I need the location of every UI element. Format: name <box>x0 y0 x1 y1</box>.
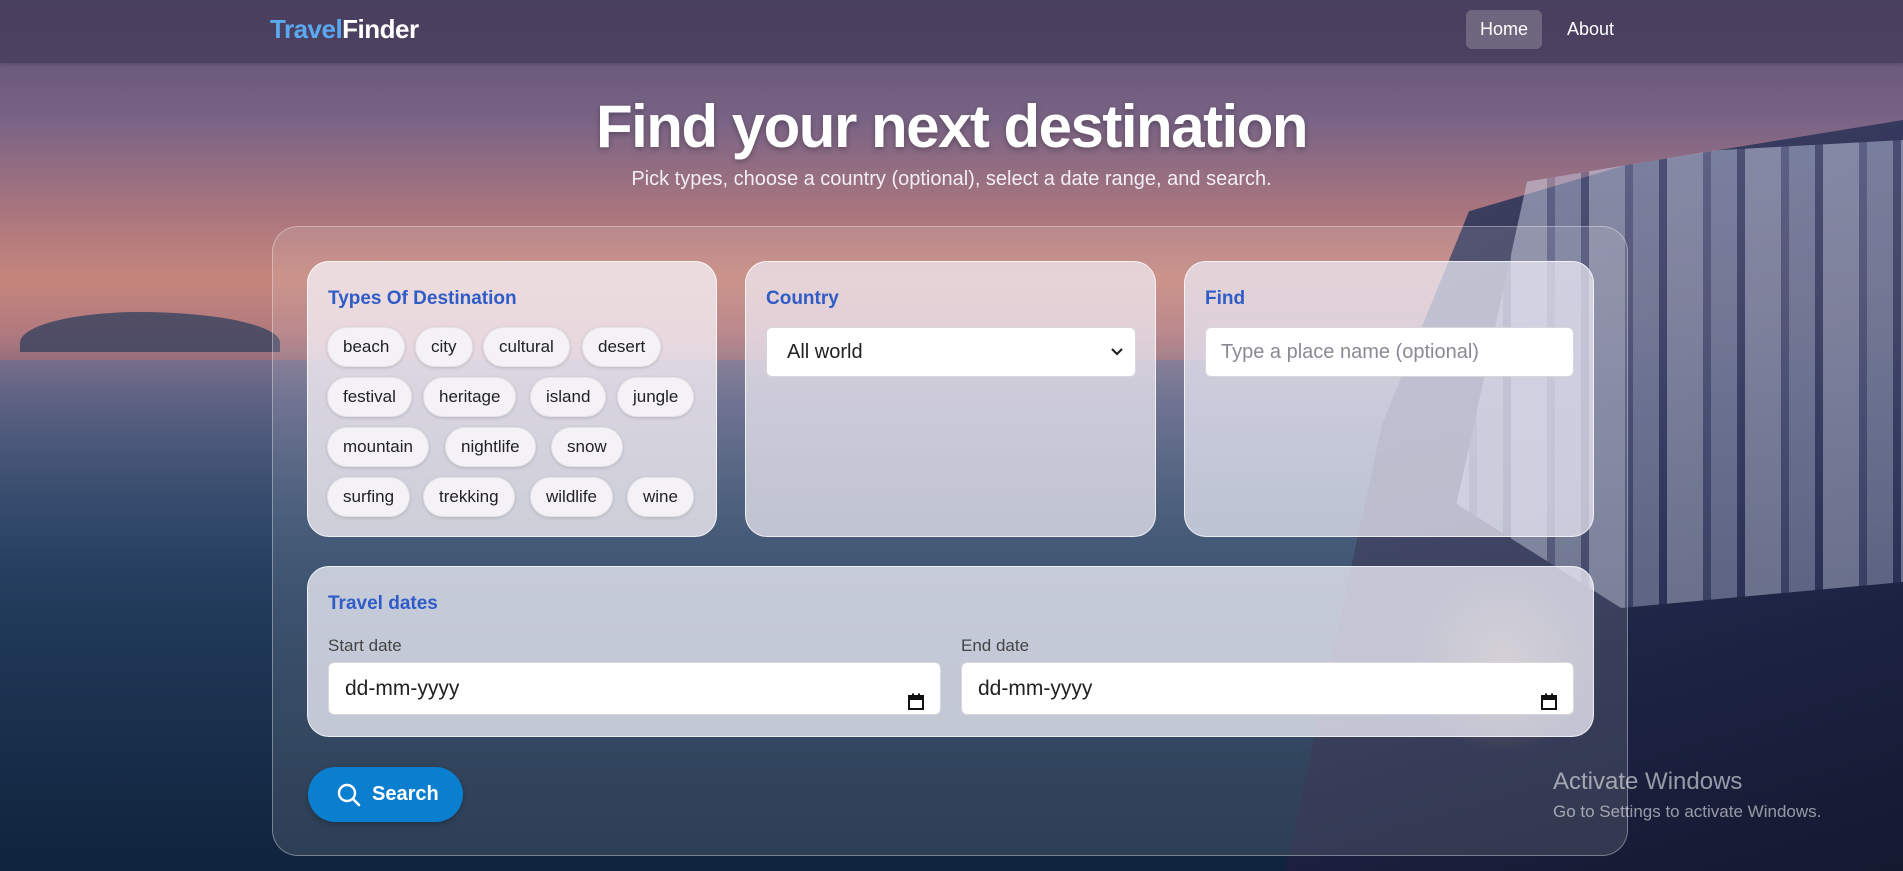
chip-jungle[interactable]: jungle <box>617 377 695 417</box>
activate-windows-subtitle: Go to Settings to activate Windows. <box>1553 802 1822 821</box>
find-card: Find <box>1184 261 1594 537</box>
logo-finder: Finder <box>342 14 419 44</box>
navbar: TravelFinder Home About <box>0 0 1903 63</box>
calendar-icon[interactable] <box>908 679 924 710</box>
chip-cultural[interactable]: cultural <box>483 327 570 367</box>
chip-heritage[interactable]: heritage <box>423 377 517 417</box>
travel-dates-title: Travel dates <box>328 593 438 614</box>
search-button[interactable]: Search <box>308 767 463 822</box>
chip-wine[interactable]: wine <box>627 477 694 517</box>
page-subtitle: Pick types, choose a country (optional),… <box>631 168 1272 190</box>
search-button-label: Search <box>372 783 439 805</box>
chip-festival[interactable]: festival <box>327 377 412 417</box>
chip-surfing[interactable]: surfing <box>327 477 411 517</box>
activate-windows-watermark: Activate Windows Go to Settings to activ… <box>1553 768 1821 822</box>
chip-city[interactable]: city <box>415 327 473 367</box>
end-date-input[interactable]: dd-mm-yyyy <box>961 662 1574 715</box>
chip-desert[interactable]: desert <box>582 327 662 367</box>
nav-about-link[interactable]: About <box>1553 10 1628 49</box>
country-card: Country All world <box>745 261 1156 537</box>
nav-home-link[interactable]: Home <box>1466 10 1543 49</box>
page-title: Find your next destination <box>595 93 1309 160</box>
chip-mountain[interactable]: mountain <box>327 427 429 467</box>
find-title: Find <box>1205 288 1246 309</box>
types-card: Types Of Destination beach city cultural… <box>307 261 717 537</box>
chip-wildlife[interactable]: wildlife <box>530 477 614 517</box>
chip-beach[interactable]: beach <box>327 327 406 367</box>
chip-trekking[interactable]: trekking <box>423 477 515 517</box>
start-date-value: dd-mm-yyyy <box>345 677 460 700</box>
activate-windows-title: Activate Windows <box>1553 768 1743 795</box>
end-date-value: dd-mm-yyyy <box>978 677 1093 700</box>
start-date-label: Start date <box>328 636 402 655</box>
search-icon <box>337 783 361 813</box>
logo-travel: Travel <box>270 14 343 44</box>
travel-dates-card: Travel dates Start date dd-mm-yyyy End d… <box>307 566 1594 737</box>
chip-nightlife[interactable]: nightlife <box>445 427 536 467</box>
types-title: Types Of Destination <box>328 288 517 309</box>
logo[interactable]: TravelFinder <box>270 14 419 45</box>
end-date-label: End date <box>961 636 1030 655</box>
country-selected-value: All world <box>787 341 863 363</box>
place-name-input[interactable] <box>1205 327 1574 377</box>
country-title: Country <box>766 288 839 309</box>
chevron-down-icon <box>1111 328 1123 395</box>
start-date-input[interactable]: dd-mm-yyyy <box>328 662 941 715</box>
chip-snow[interactable]: snow <box>551 427 623 467</box>
chip-island[interactable]: island <box>530 377 607 417</box>
calendar-icon[interactable] <box>1541 679 1557 710</box>
country-select[interactable]: All world <box>766 327 1136 377</box>
